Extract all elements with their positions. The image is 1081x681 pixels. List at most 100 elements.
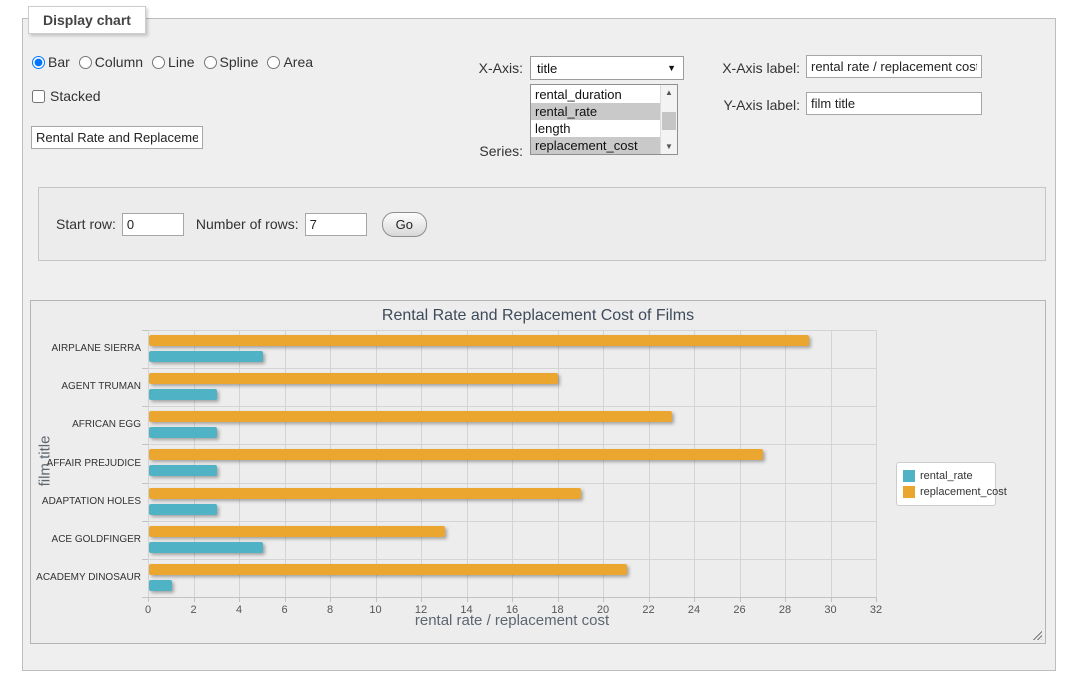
bar-replacement_cost[interactable]: [149, 526, 445, 537]
bar-replacement_cost[interactable]: [149, 449, 763, 460]
y-gridline: [148, 521, 876, 522]
bar-rental_rate[interactable]: [149, 504, 217, 515]
display-chart-panel: Display chart BarColumnLineSplineArea St…: [22, 18, 1056, 671]
chart-type-radio-column[interactable]: [79, 56, 92, 69]
x-axis-selected-value: title: [537, 61, 557, 76]
series-option-length[interactable]: length: [531, 120, 660, 137]
x-tick-mark: [285, 598, 286, 602]
bar-rental_rate[interactable]: [149, 580, 172, 591]
x-gridline: [467, 330, 468, 597]
chart-title: Rental Rate and Replacement Cost of Film…: [31, 307, 1045, 325]
y-gridline: [148, 559, 876, 560]
y-axis-label-input[interactable]: [806, 92, 982, 115]
bar-rental_rate[interactable]: [149, 427, 217, 438]
y-tick-mark: [142, 559, 148, 560]
chart-type-option-column: Column: [79, 54, 143, 70]
series-options: rental_durationrental_ratelengthreplacem…: [531, 86, 660, 154]
x-gridline: [421, 330, 422, 597]
bar-rental_rate[interactable]: [149, 465, 217, 476]
x-tick-mark: [694, 598, 695, 602]
y-gridline: [148, 444, 876, 445]
go-button[interactable]: Go: [382, 212, 427, 237]
x-axis-label-input[interactable]: [806, 55, 982, 78]
x-tick-mark: [558, 598, 559, 602]
bar-replacement_cost[interactable]: [149, 564, 627, 575]
legend-label: replacement_cost: [920, 486, 1007, 498]
chart-type-radio-line[interactable]: [152, 56, 165, 69]
series-listbox[interactable]: rental_durationrental_ratelengthreplacem…: [530, 84, 678, 155]
chart-title-input[interactable]: [31, 126, 203, 149]
bar-replacement_cost[interactable]: [149, 488, 581, 499]
chart-type-radio-bar[interactable]: [32, 56, 45, 69]
panel-title: Display chart: [28, 6, 146, 34]
legend-swatch-icon: [903, 470, 915, 482]
scrollbar-thumb[interactable]: [662, 112, 676, 130]
x-axis-select[interactable]: title ▼: [530, 56, 684, 80]
chart-legend: rental_rate replacement_cost: [896, 462, 996, 506]
bar-replacement_cost[interactable]: [149, 411, 672, 422]
x-tick-mark: [421, 598, 422, 602]
num-rows-input[interactable]: [305, 213, 367, 236]
x-axis-title: rental rate / replacement cost: [148, 612, 876, 629]
x-axis-line: [148, 597, 877, 598]
legend-label: rental_rate: [920, 470, 973, 482]
y-tick-mark: [142, 368, 148, 369]
x-gridline: [603, 330, 604, 597]
stacked-label: Stacked: [50, 88, 101, 104]
listbox-scrollbar[interactable]: ▲ ▼: [660, 85, 677, 154]
category-label: ACE GOLDFINGER: [31, 534, 141, 545]
series-option-rental_duration[interactable]: rental_duration: [531, 86, 660, 103]
y-tick-mark: [142, 521, 148, 522]
chart-type-radio-spline[interactable]: [204, 56, 217, 69]
chart-type-label: Bar: [48, 54, 70, 70]
scroll-down-icon[interactable]: ▼: [661, 139, 677, 154]
x-tick-mark: [330, 598, 331, 602]
bar-replacement_cost[interactable]: [149, 373, 558, 384]
x-gridline: [876, 330, 877, 597]
x-gridline: [512, 330, 513, 597]
chart-type-option-area: Area: [267, 54, 313, 70]
y-tick-mark: [142, 483, 148, 484]
category-label: AIRPLANE SIERRA: [31, 343, 141, 354]
x-gridline: [239, 330, 240, 597]
bar-rental_rate[interactable]: [149, 351, 263, 362]
legend-item-replacement_cost[interactable]: replacement_cost: [903, 484, 989, 500]
x-tick-mark: [194, 598, 195, 602]
bar-replacement_cost[interactable]: [149, 335, 809, 346]
category-label: ACADEMY DINOSAUR: [31, 572, 141, 583]
x-tick-mark: [376, 598, 377, 602]
x-tick-mark: [467, 598, 468, 602]
series-option-rental_rate[interactable]: rental_rate: [531, 103, 660, 120]
resize-handle-icon[interactable]: [1031, 629, 1042, 640]
stacked-row: Stacked: [32, 88, 101, 104]
x-tick-mark: [740, 598, 741, 602]
chart-type-label: Line: [168, 54, 194, 70]
chart-type-label: Spline: [220, 54, 259, 70]
chart: Rental Rate and Replacement Cost of Film…: [30, 300, 1046, 644]
bar-rental_rate[interactable]: [149, 542, 263, 553]
x-tick-mark: [148, 598, 149, 602]
y-axis-title: film title: [37, 436, 54, 487]
x-gridline: [649, 330, 650, 597]
y-axis-label-label: Y-Axis label:: [673, 97, 800, 113]
y-tick-mark: [142, 406, 148, 407]
chart-type-radio-area[interactable]: [267, 56, 280, 69]
legend-swatch-icon: [903, 486, 915, 498]
y-gridline: [148, 368, 876, 369]
x-axis-select-label: X-Axis:: [423, 60, 523, 76]
y-gridline: [148, 406, 876, 407]
x-tick-mark: [649, 598, 650, 602]
series-option-replacement_cost[interactable]: replacement_cost: [531, 137, 660, 154]
bar-rental_rate[interactable]: [149, 389, 217, 400]
x-gridline: [785, 330, 786, 597]
category-label: AFRICAN EGG: [31, 419, 141, 430]
row-controls-box: Start row: Number of rows: Go: [38, 187, 1046, 261]
x-tick-mark: [876, 598, 877, 602]
legend-item-rental_rate[interactable]: rental_rate: [903, 468, 989, 484]
start-row-input[interactable]: [122, 213, 184, 236]
page: Display chart Bar Column Line Spline Area St…: [0, 0, 1081, 681]
x-gridline: [740, 330, 741, 597]
stacked-checkbox[interactable]: [32, 90, 45, 103]
chart-type-option-spline: Spline: [204, 54, 259, 70]
y-gridline: [148, 483, 876, 484]
